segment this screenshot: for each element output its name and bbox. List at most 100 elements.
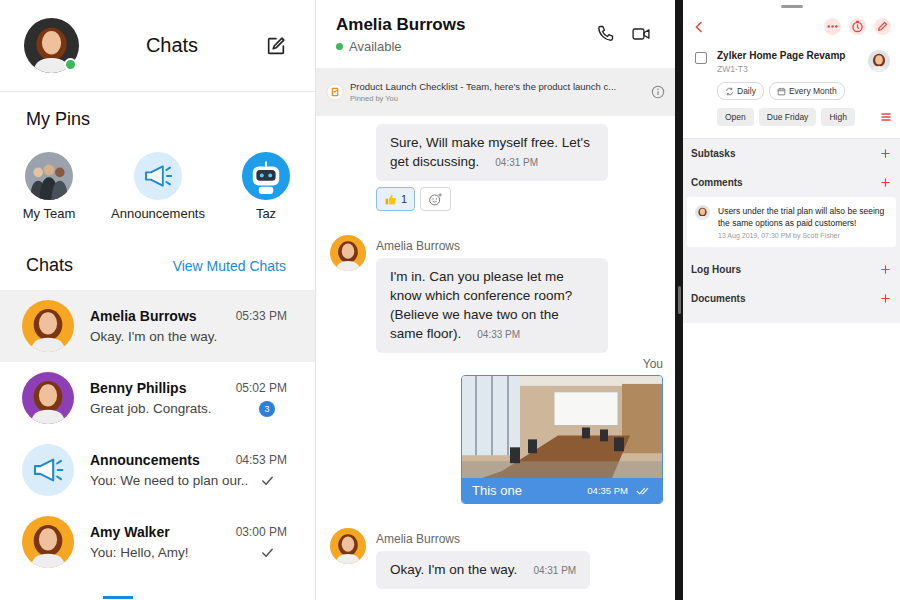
task-id: ZW1-T3 [717,64,858,74]
phone-icon[interactable] [595,24,615,44]
recurrence-pill[interactable]: Every Month [769,82,845,100]
pin-label: Taz [256,206,276,221]
chat-time: 05:02 PM [236,381,287,395]
timer-icon[interactable] [848,17,867,36]
incoming-message: Amelia Burrows Okay. I'm on the way.04:3… [330,528,663,589]
image-message[interactable]: This one 04:35 PM [461,375,663,504]
task-sections: Subtasks Comments Users under the trial … [683,138,900,323]
commenter-avatar [695,205,710,220]
pin-item[interactable]: Announcements [98,152,218,221]
screen: Chats My Pins My Team Announcements Taz … [0,0,900,600]
message-text: Okay. I'm on the way. [390,562,517,577]
pin-icon [326,83,344,101]
online-dot [64,58,77,71]
task-checkbox[interactable] [695,52,707,64]
more-icon[interactable] [823,17,842,36]
contact-status: Available [336,39,579,54]
chat-list-header: Chats [0,0,315,92]
person-icon [868,50,890,72]
task-title: Zylker Home Page Revamp [717,50,858,61]
view-muted-link[interactable]: View Muted Chats [173,258,286,274]
message-time: 04:35 PM [587,485,628,496]
chat-row[interactable]: Amelia Burrows 05:33 PM Okay. I'm on the… [0,290,315,362]
section-header[interactable]: Subtasks [683,139,900,168]
message-text: Sure, Will make myself free. Let's get d… [390,135,590,169]
message-list: Sure, Will make myself free. Let's get d… [316,116,675,600]
person-icon [695,205,710,220]
chat-time: 05:33 PM [236,309,287,323]
back-icon[interactable] [693,21,705,33]
megaphone-icon [134,152,182,200]
reaction-chip[interactable]: 1 [376,187,415,211]
chat-list-title: Chats [79,34,265,57]
chat-avatar [22,444,74,496]
chat-time: 04:53 PM [236,453,287,467]
pinned-message-bar[interactable]: Product Launch Checklist - Team, here's … [316,68,675,116]
section-header[interactable]: Log Hours [683,255,900,284]
pin-label: My Team [23,206,76,221]
pin-item[interactable]: Taz [218,152,314,221]
repeat-icon [725,87,734,96]
add-reaction-icon [428,192,443,207]
plus-icon[interactable] [881,294,890,303]
info-icon[interactable] [651,85,665,99]
message-bubble[interactable]: Sure, Will make myself free. Let's get d… [376,124,608,181]
chat-rows: Amelia Burrows 05:33 PM Okay. I'm on the… [0,290,315,578]
incoming-message: Sure, Will make myself free. Let's get d… [330,124,663,211]
video-icon[interactable] [631,24,651,44]
add-reaction-button[interactable] [420,187,451,211]
pin-item[interactable]: My Team [0,152,98,221]
attribute-pill[interactable]: Open [717,108,754,126]
assignee-avatar[interactable] [868,50,890,72]
person-icon [22,300,74,352]
section-header[interactable]: Documents [683,284,900,313]
chat-name: Benny Phillips [90,380,186,396]
sender-name: Amelia Burrows [376,532,590,546]
edit-icon[interactable] [873,17,892,36]
sender-avatar [330,528,366,564]
contact-name: Amelia Burrows [336,15,579,35]
incoming-message: Amelia Burrows I'm in. Can you please le… [330,235,663,353]
comment-text: Users under the trial plan will also be … [718,205,886,229]
attribute-pill[interactable]: High [821,108,854,126]
menu-icon[interactable] [880,111,892,123]
pins-title: My Pins [0,92,315,130]
person-icon [22,372,74,424]
section-label: Log Hours [691,264,741,275]
recurrence-label: Every Month [789,86,837,96]
section-header[interactable]: Comments [683,168,900,197]
recurrence-pill[interactable]: Daily [717,82,764,100]
chat-preview: You: We need to plan our.. [90,473,248,488]
section-label: Documents [691,293,745,304]
recurrence-row: Daily Every Month [683,74,900,100]
plus-icon[interactable] [881,178,890,187]
section-label: Comments [691,177,743,188]
chat-row[interactable]: Benny Phillips 05:02 PM Great job. Congr… [0,362,315,434]
photo [462,376,662,478]
plus-icon[interactable] [881,265,890,274]
chat-avatar [22,300,74,352]
pinned-text: Product Launch Checklist - Team, here's … [350,81,645,92]
comment-card[interactable]: Users under the trial plan will also be … [687,197,896,247]
sheet-handle[interactable] [781,5,803,8]
double-tick-icon [636,486,652,496]
chat-name: Announcements [90,452,200,468]
user-avatar[interactable] [24,18,79,73]
chat-name: Amelia Burrows [90,308,197,324]
tick-icon [260,473,275,488]
section-label: Subtasks [691,148,735,159]
chats-heading-row: Chats View Muted Chats [0,255,315,276]
message-bubble[interactable]: Okay. I'm on the way.04:31 PM [376,551,590,589]
thumbs-up-icon [384,193,397,206]
message-bubble[interactable]: I'm in. Can you please let me know which… [376,258,608,353]
chat-row[interactable]: Announcements 04:53 PM You: We need to p… [0,434,315,506]
split-handle[interactable] [678,286,681,314]
chat-row[interactable]: Amy Walker 03:00 PM You: Hello, Amy! [0,506,315,578]
attribute-pill[interactable]: Due Friday [759,108,817,126]
plus-icon[interactable] [881,149,890,158]
split-divider[interactable] [675,0,683,600]
own-message: You This one 04:35 PM [330,357,663,504]
compose-icon[interactable] [265,35,287,57]
chat-preview: Okay. I'm on the way. [90,329,217,344]
chat-preview: Great job. Congrats. [90,401,212,416]
